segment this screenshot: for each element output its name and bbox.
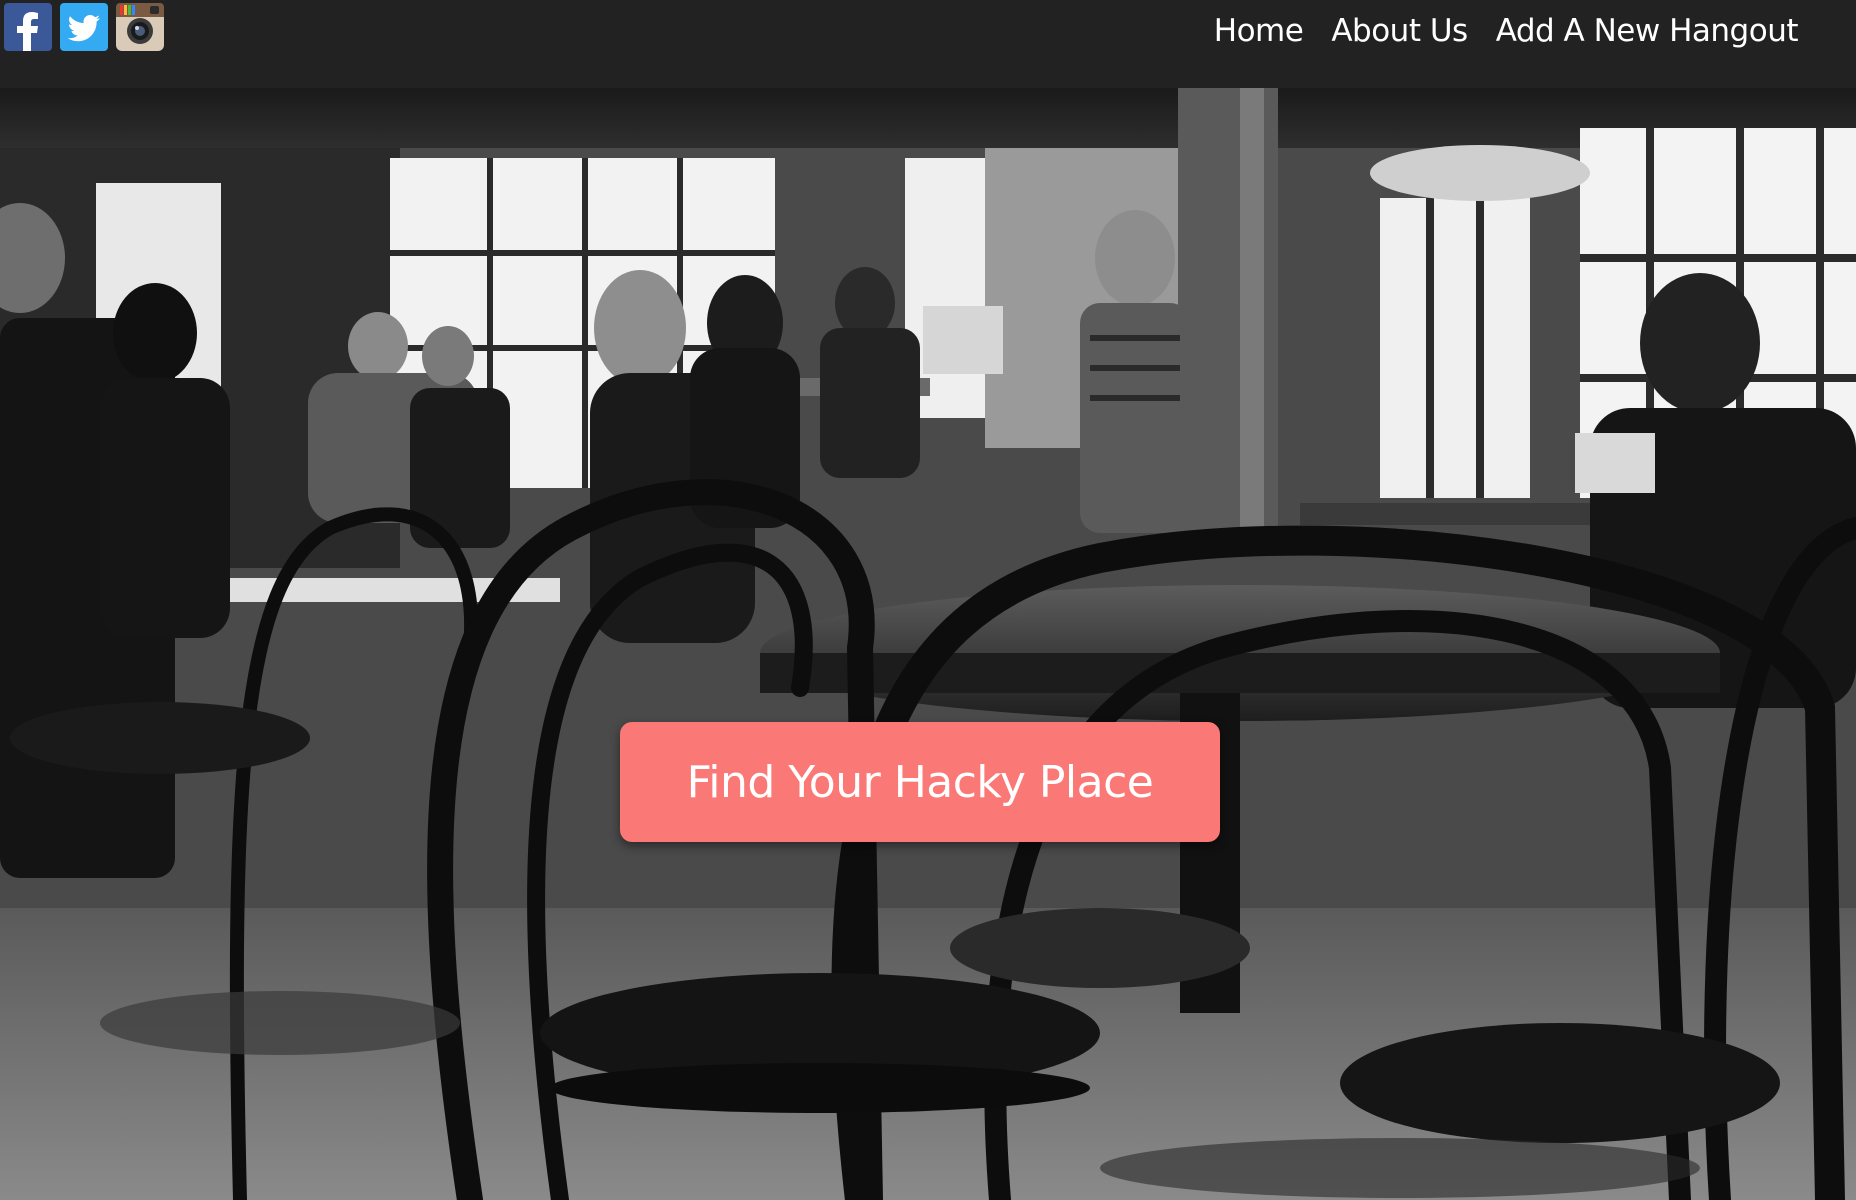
find-hacky-place-button[interactable]: Find Your Hacky Place <box>620 722 1220 842</box>
hero-section: Find Your Hacky Place <box>0 88 1856 1200</box>
nav-about-link[interactable]: About Us <box>1331 8 1468 54</box>
nav-home-link[interactable]: Home <box>1214 8 1304 54</box>
facebook-link[interactable] <box>4 3 52 51</box>
top-navbar: Home About Us Add A New Hangout <box>0 0 1856 88</box>
facebook-icon <box>4 3 52 51</box>
instagram-icon <box>116 3 164 51</box>
instagram-link[interactable] <box>116 3 164 51</box>
twitter-icon <box>60 3 108 51</box>
hero-background-photo <box>0 88 1856 1200</box>
twitter-link[interactable] <box>60 3 108 51</box>
main-nav: Home About Us Add A New Hangout <box>1214 8 1799 54</box>
nav-add-hangout-link[interactable]: Add A New Hangout <box>1496 8 1799 54</box>
social-links <box>4 3 164 51</box>
